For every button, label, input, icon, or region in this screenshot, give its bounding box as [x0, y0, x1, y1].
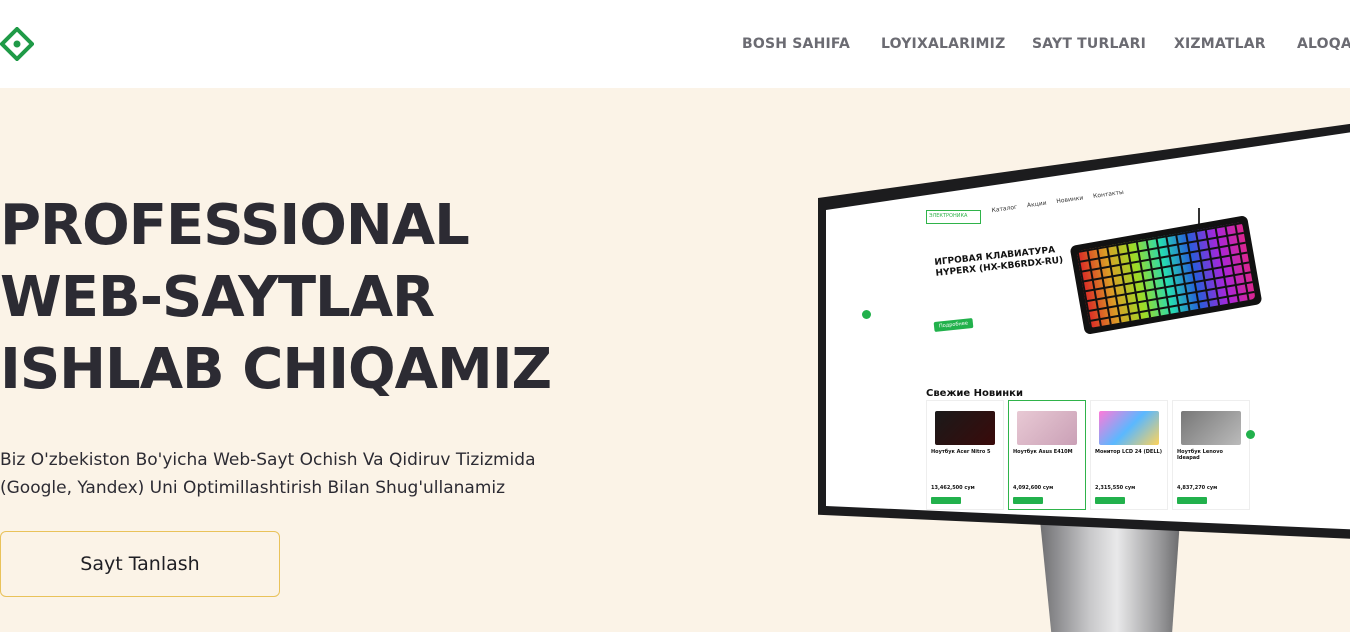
hero-title-line-3: ISHLAB CHIQAMIZ	[0, 337, 552, 402]
laptop-image	[1017, 411, 1077, 445]
nav-item-site-types[interactable]: SAYT TURLARI	[1032, 36, 1146, 52]
nav-item-contact[interactable]: ALOQA	[1297, 36, 1350, 52]
keyboard-image	[1069, 215, 1263, 335]
mockup-product-list: Ноутбук Acer Nitro 5 13,462,500 сум Ноут…	[926, 400, 1256, 510]
mockup-menu-item: Каталог	[991, 203, 1018, 215]
nav-item-projects[interactable]: LOYIXALARIMIZ	[881, 36, 1005, 52]
mockup-product-price: 4,837,270 сум	[1177, 485, 1218, 491]
mockup-product-name: Ноутбук Lenovo Ideapad	[1177, 449, 1223, 461]
mockup-product-card: Ноутбук Lenovo Ideapad 4,837,270 сум	[1172, 400, 1250, 510]
mockup-section-title: Свежие Новинки	[926, 388, 1023, 399]
site-header: BOSH SAHIFA LOYIXALARIMIZ SAYT TURLARI X…	[0, 0, 1350, 88]
mockup-cart-button	[1095, 497, 1125, 504]
keyboard-keys	[1076, 222, 1256, 328]
mockup-cart-button	[1013, 497, 1043, 504]
nav-item-home[interactable]: BOSH SAHIFA	[742, 36, 850, 52]
mockup-menu: Каталог Акции Новинки Контакты	[991, 189, 1124, 214]
monitor-image	[1099, 411, 1159, 445]
hero-title: PROFESSIONAL WEB-SAYTLAR ISHLAB CHIQAMIZ	[0, 190, 620, 406]
mockup-slider-prev-icon	[862, 310, 871, 319]
monitor-stand	[1040, 520, 1180, 632]
hero-subtitle: Biz O'zbekiston Bo'yicha Web-Sayt Ochish…	[0, 446, 580, 502]
hero-title-line-1: PROFESSIONAL	[0, 193, 470, 258]
hero-title-line-2: WEB-SAYTLAR	[0, 265, 435, 330]
nav-item-services[interactable]: XIZMATLAR	[1174, 36, 1266, 52]
hero-subtitle-line-2: (Google, Yandex) Uni Optimillashtirish B…	[0, 478, 506, 498]
laptop-image	[1181, 411, 1241, 445]
mockup-product-card: Монитор LCD 24 (DELL) 2,315,550 сум	[1090, 400, 1168, 510]
mockup-menu-item: Контакты	[1092, 188, 1125, 200]
mockup-banner-button: Подробнее	[933, 317, 974, 333]
mockup-brand-logo: ЭЛЕКТРОНИКА	[926, 210, 981, 224]
hero-subtitle-line-1: Biz O'zbekiston Bo'yicha Web-Sayt Ochish…	[0, 450, 536, 470]
laptop-image	[935, 411, 995, 445]
mockup-banner-title: ИГРОВАЯ КЛАВИАТУРА HYPERX (HX-KB6RDX-RU)	[934, 245, 1064, 279]
mockup-product-price: 4,092,600 сум	[1013, 485, 1054, 491]
mockup-cart-button	[1177, 497, 1207, 504]
mockup-product-card: Ноутбук Acer Nitro 5 13,462,500 сум	[926, 400, 1004, 510]
diamond-logo-icon[interactable]	[0, 27, 34, 61]
mockup-cart-button	[931, 497, 961, 504]
mockup-product-card: Ноутбук Asus E410M 4,092,600 сум	[1008, 400, 1086, 510]
mockup-product-price: 13,462,500 сум	[931, 485, 975, 491]
mockup-product-name: Ноутбук Asus E410M	[1013, 449, 1073, 455]
monitor-mockup: ЭЛЕКТРОНИКА Каталог Акции Новинки Контак…	[810, 120, 1350, 632]
choose-site-button[interactable]: Sayt Tanlash	[0, 531, 280, 597]
mockup-product-name: Монитор LCD 24 (DELL)	[1095, 449, 1162, 455]
mockup-product-price: 2,315,550 сум	[1095, 485, 1136, 491]
mockup-menu-item: Новинки	[1055, 194, 1084, 206]
mockup-products-next-icon	[1246, 430, 1255, 439]
mockup-menu-item: Акции	[1026, 199, 1048, 210]
mockup-product-name: Ноутбук Acer Nitro 5	[931, 449, 991, 455]
